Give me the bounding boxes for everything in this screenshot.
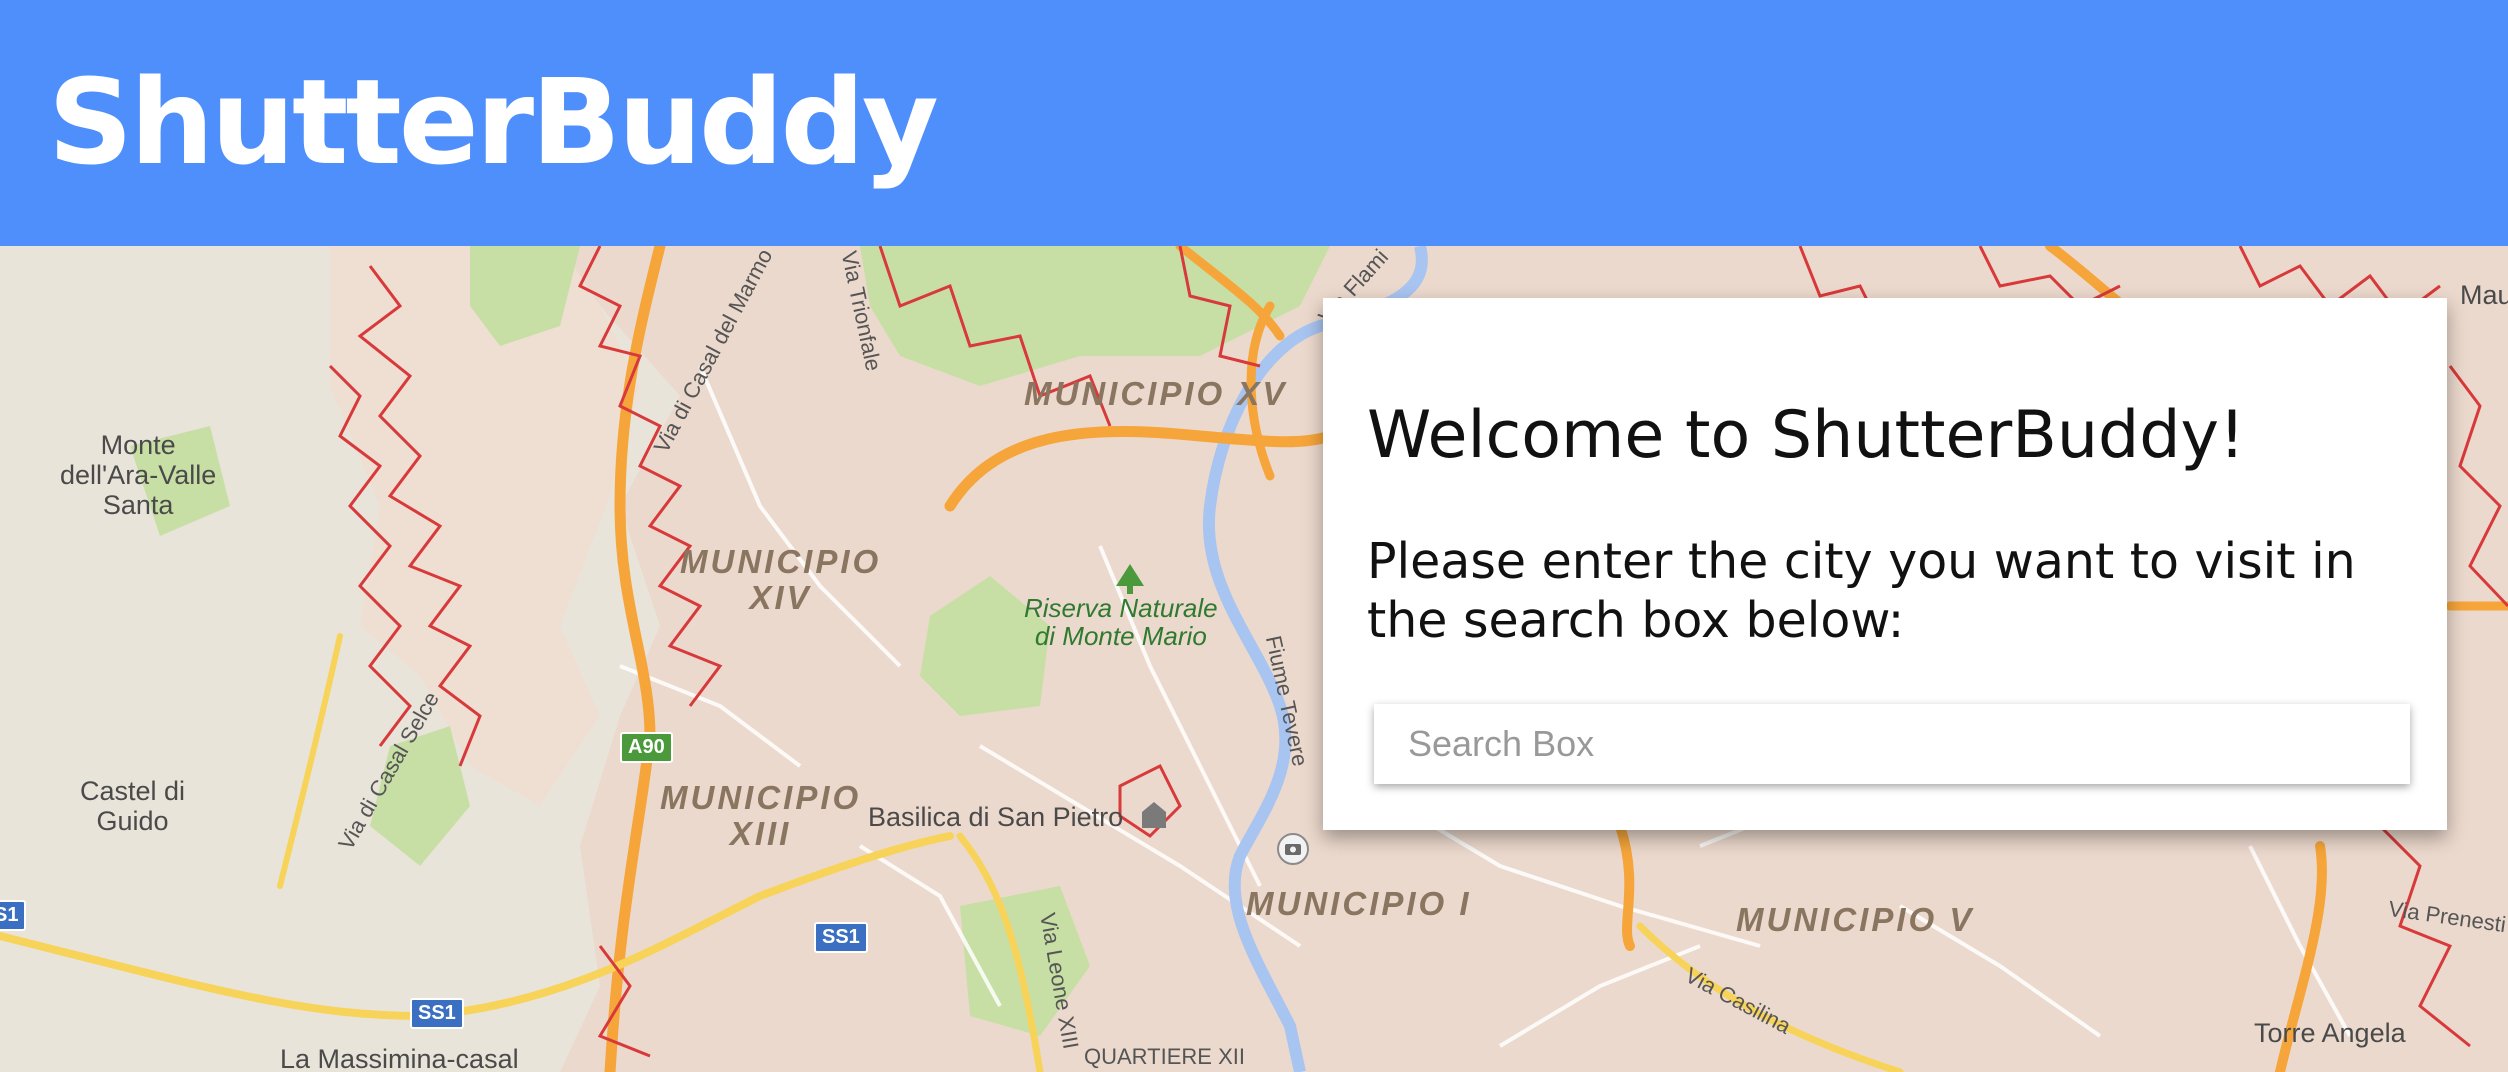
road-shield-ss1: S1 bbox=[0, 900, 27, 931]
search-instructions: Please enter the city you want to visit … bbox=[1367, 533, 2356, 649]
camera-icon bbox=[1277, 833, 1309, 865]
place-label-quartiere: QUARTIERE XII bbox=[1084, 1044, 1245, 1069]
road-shield-a90: A90 bbox=[620, 732, 673, 763]
welcome-card: Welcome to ShutterBuddy! Please enter th… bbox=[1323, 298, 2447, 830]
place-label-monte-dell-ara: Monte dell'Ara-Valle Santa bbox=[60, 430, 217, 520]
city-search-input[interactable] bbox=[1374, 704, 2410, 784]
app-header: ShutterBuddy bbox=[0, 0, 2508, 246]
municipio-label-v: MUNICIPIO V bbox=[1736, 901, 1975, 938]
road-shield-ss1: SS1 bbox=[814, 922, 868, 953]
municipio-label-i: MUNICIPIO I bbox=[1246, 885, 1472, 922]
place-label-castel-di-guido: Castel di Guido bbox=[80, 776, 186, 836]
place-label-edge: Mau bbox=[2460, 280, 2508, 310]
welcome-title: Welcome to ShutterBuddy! bbox=[1367, 398, 2246, 473]
municipio-label-xv: MUNICIPIO XV bbox=[1024, 375, 1288, 412]
place-label-torre-angela: Torre Angela bbox=[2254, 1018, 2406, 1048]
municipio-label-xiv: MUNICIPIO XIV bbox=[680, 543, 882, 616]
place-label-la-massimina: La Massimina-casal bbox=[280, 1044, 519, 1072]
place-label-riserva: Riserva Naturale di Monte Mario bbox=[1024, 593, 1218, 651]
brand-logo[interactable]: ShutterBuddy bbox=[48, 52, 939, 192]
tree-icon bbox=[1116, 564, 1144, 594]
road-shield-ss1: SS1 bbox=[410, 998, 464, 1029]
landmark-icon bbox=[1142, 802, 1166, 828]
urban-area-west bbox=[330, 246, 640, 806]
municipio-label-xiii: MUNICIPIO XIII bbox=[660, 779, 862, 852]
place-label-basilica: Basilica di San Pietro bbox=[868, 802, 1124, 832]
